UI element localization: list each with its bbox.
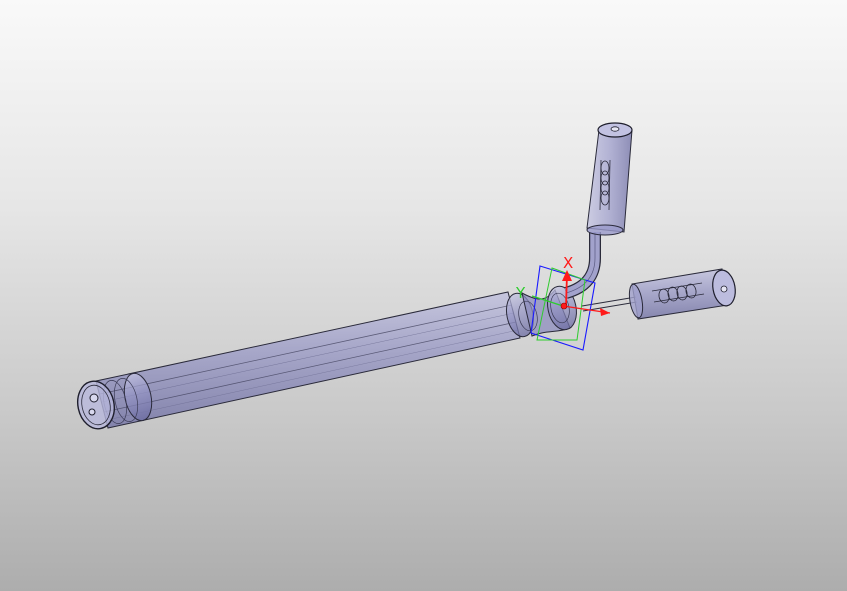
triad-origin[interactable] [560, 302, 568, 310]
y-axis-label: Y [515, 284, 526, 302]
x-axis-label: X [563, 254, 573, 272]
z-arrow-head [600, 308, 610, 316]
main-tube[interactable] [95, 291, 521, 429]
cad-scene[interactable]: X Y [0, 0, 847, 591]
upper-cylinder[interactable] [586, 122, 633, 236]
3d-viewport[interactable]: X Y [0, 0, 847, 591]
